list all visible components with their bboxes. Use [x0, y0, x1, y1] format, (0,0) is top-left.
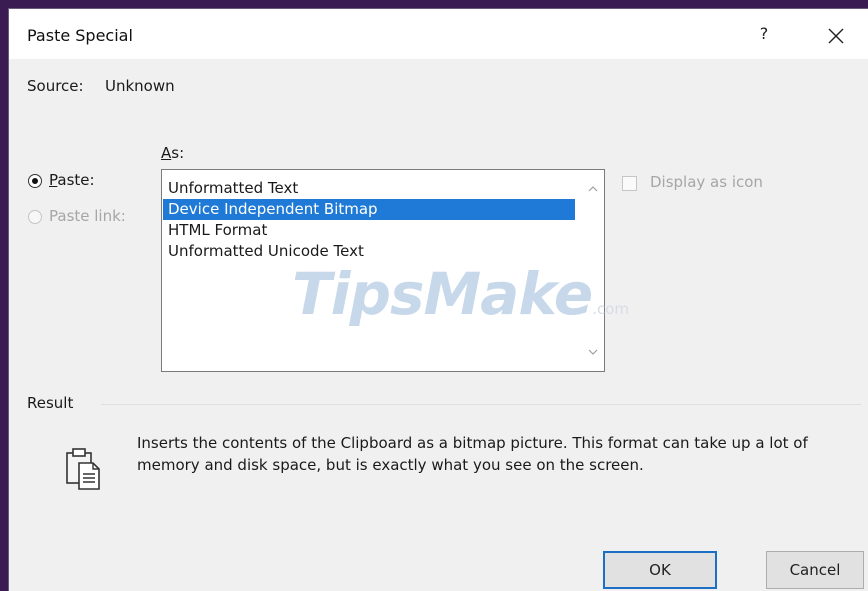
- scroll-down-icon[interactable]: [587, 347, 599, 357]
- display-as-icon-checkbox[interactable]: [622, 176, 637, 191]
- paste-radio[interactable]: [28, 174, 42, 188]
- list-item[interactable]: Unformatted Text: [163, 178, 575, 199]
- paste-link-radio-label[interactable]: Paste link:: [49, 207, 126, 225]
- list-item[interactable]: Device Independent Bitmap: [163, 199, 575, 220]
- listbox-scrollbar[interactable]: [582, 170, 604, 371]
- paste-link-radio[interactable]: [28, 210, 42, 224]
- paste-radio-label[interactable]: Paste:: [49, 171, 95, 189]
- format-list[interactable]: Unformatted Text Device Independent Bitma…: [163, 178, 575, 262]
- paste-format-listbox[interactable]: Unformatted Text Device Independent Bitma…: [161, 169, 629, 372]
- watermark: TipsMake.com: [292, 260, 629, 330]
- as-label: As:: [161, 144, 184, 162]
- display-as-icon-label[interactable]: Display as icon: [650, 173, 763, 191]
- dialog-title: Paste Special: [27, 26, 133, 45]
- cancel-button[interactable]: Cancel: [766, 551, 864, 589]
- clipboard-paste-icon: [66, 448, 100, 490]
- result-description: Inserts the contents of the Clipboard as…: [137, 434, 808, 474]
- list-item[interactable]: Unformatted Unicode Text: [163, 241, 575, 262]
- ok-button[interactable]: OK: [603, 551, 717, 589]
- source-label: Source:: [27, 77, 84, 95]
- close-icon[interactable]: [824, 24, 848, 48]
- scroll-up-icon[interactable]: [587, 184, 599, 194]
- as-label-mnemonic: A: [161, 144, 172, 162]
- watermark-text: TipsMake: [292, 260, 593, 328]
- as-label-rest: s:: [171, 144, 185, 162]
- result-divider: [101, 404, 861, 405]
- paste-special-dialog: Paste Special ? Source: Unknown As: Past…: [8, 8, 868, 591]
- paste-label-rest: aste:: [57, 171, 95, 189]
- list-item[interactable]: HTML Format: [163, 220, 575, 241]
- source-value: Unknown: [105, 77, 175, 95]
- result-label: Result: [27, 394, 74, 412]
- title-bar: Paste Special ?: [9, 9, 868, 59]
- help-button[interactable]: ?: [754, 24, 774, 43]
